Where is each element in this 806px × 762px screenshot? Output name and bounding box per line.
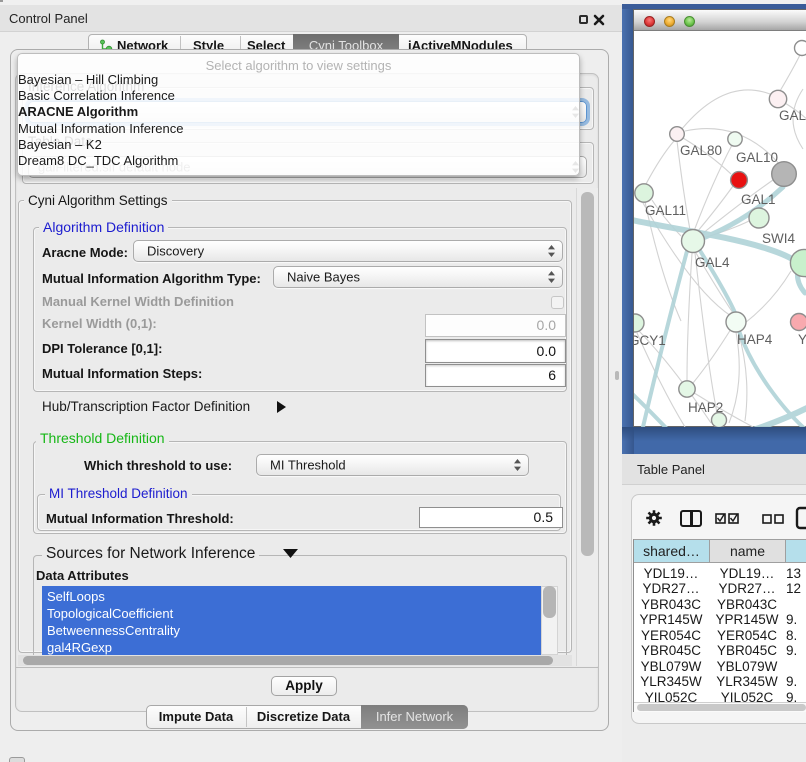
svg-text:GAL4: GAL4 (695, 255, 730, 270)
svg-text:GAL80: GAL80 (680, 143, 722, 158)
svg-text:GCY1: GCY1 (634, 333, 666, 348)
svg-text:GAL: GAL (779, 108, 806, 123)
svg-text:HAP4: HAP4 (737, 332, 773, 347)
svg-text:SWI4: SWI4 (762, 231, 795, 246)
svg-text:Y: Y (798, 332, 806, 347)
svg-text:GAL10: GAL10 (736, 150, 778, 165)
svg-text:HAP2: HAP2 (688, 400, 723, 415)
svg-text:GAL11: GAL11 (645, 203, 686, 218)
svg-text:GAL1: GAL1 (741, 192, 776, 207)
